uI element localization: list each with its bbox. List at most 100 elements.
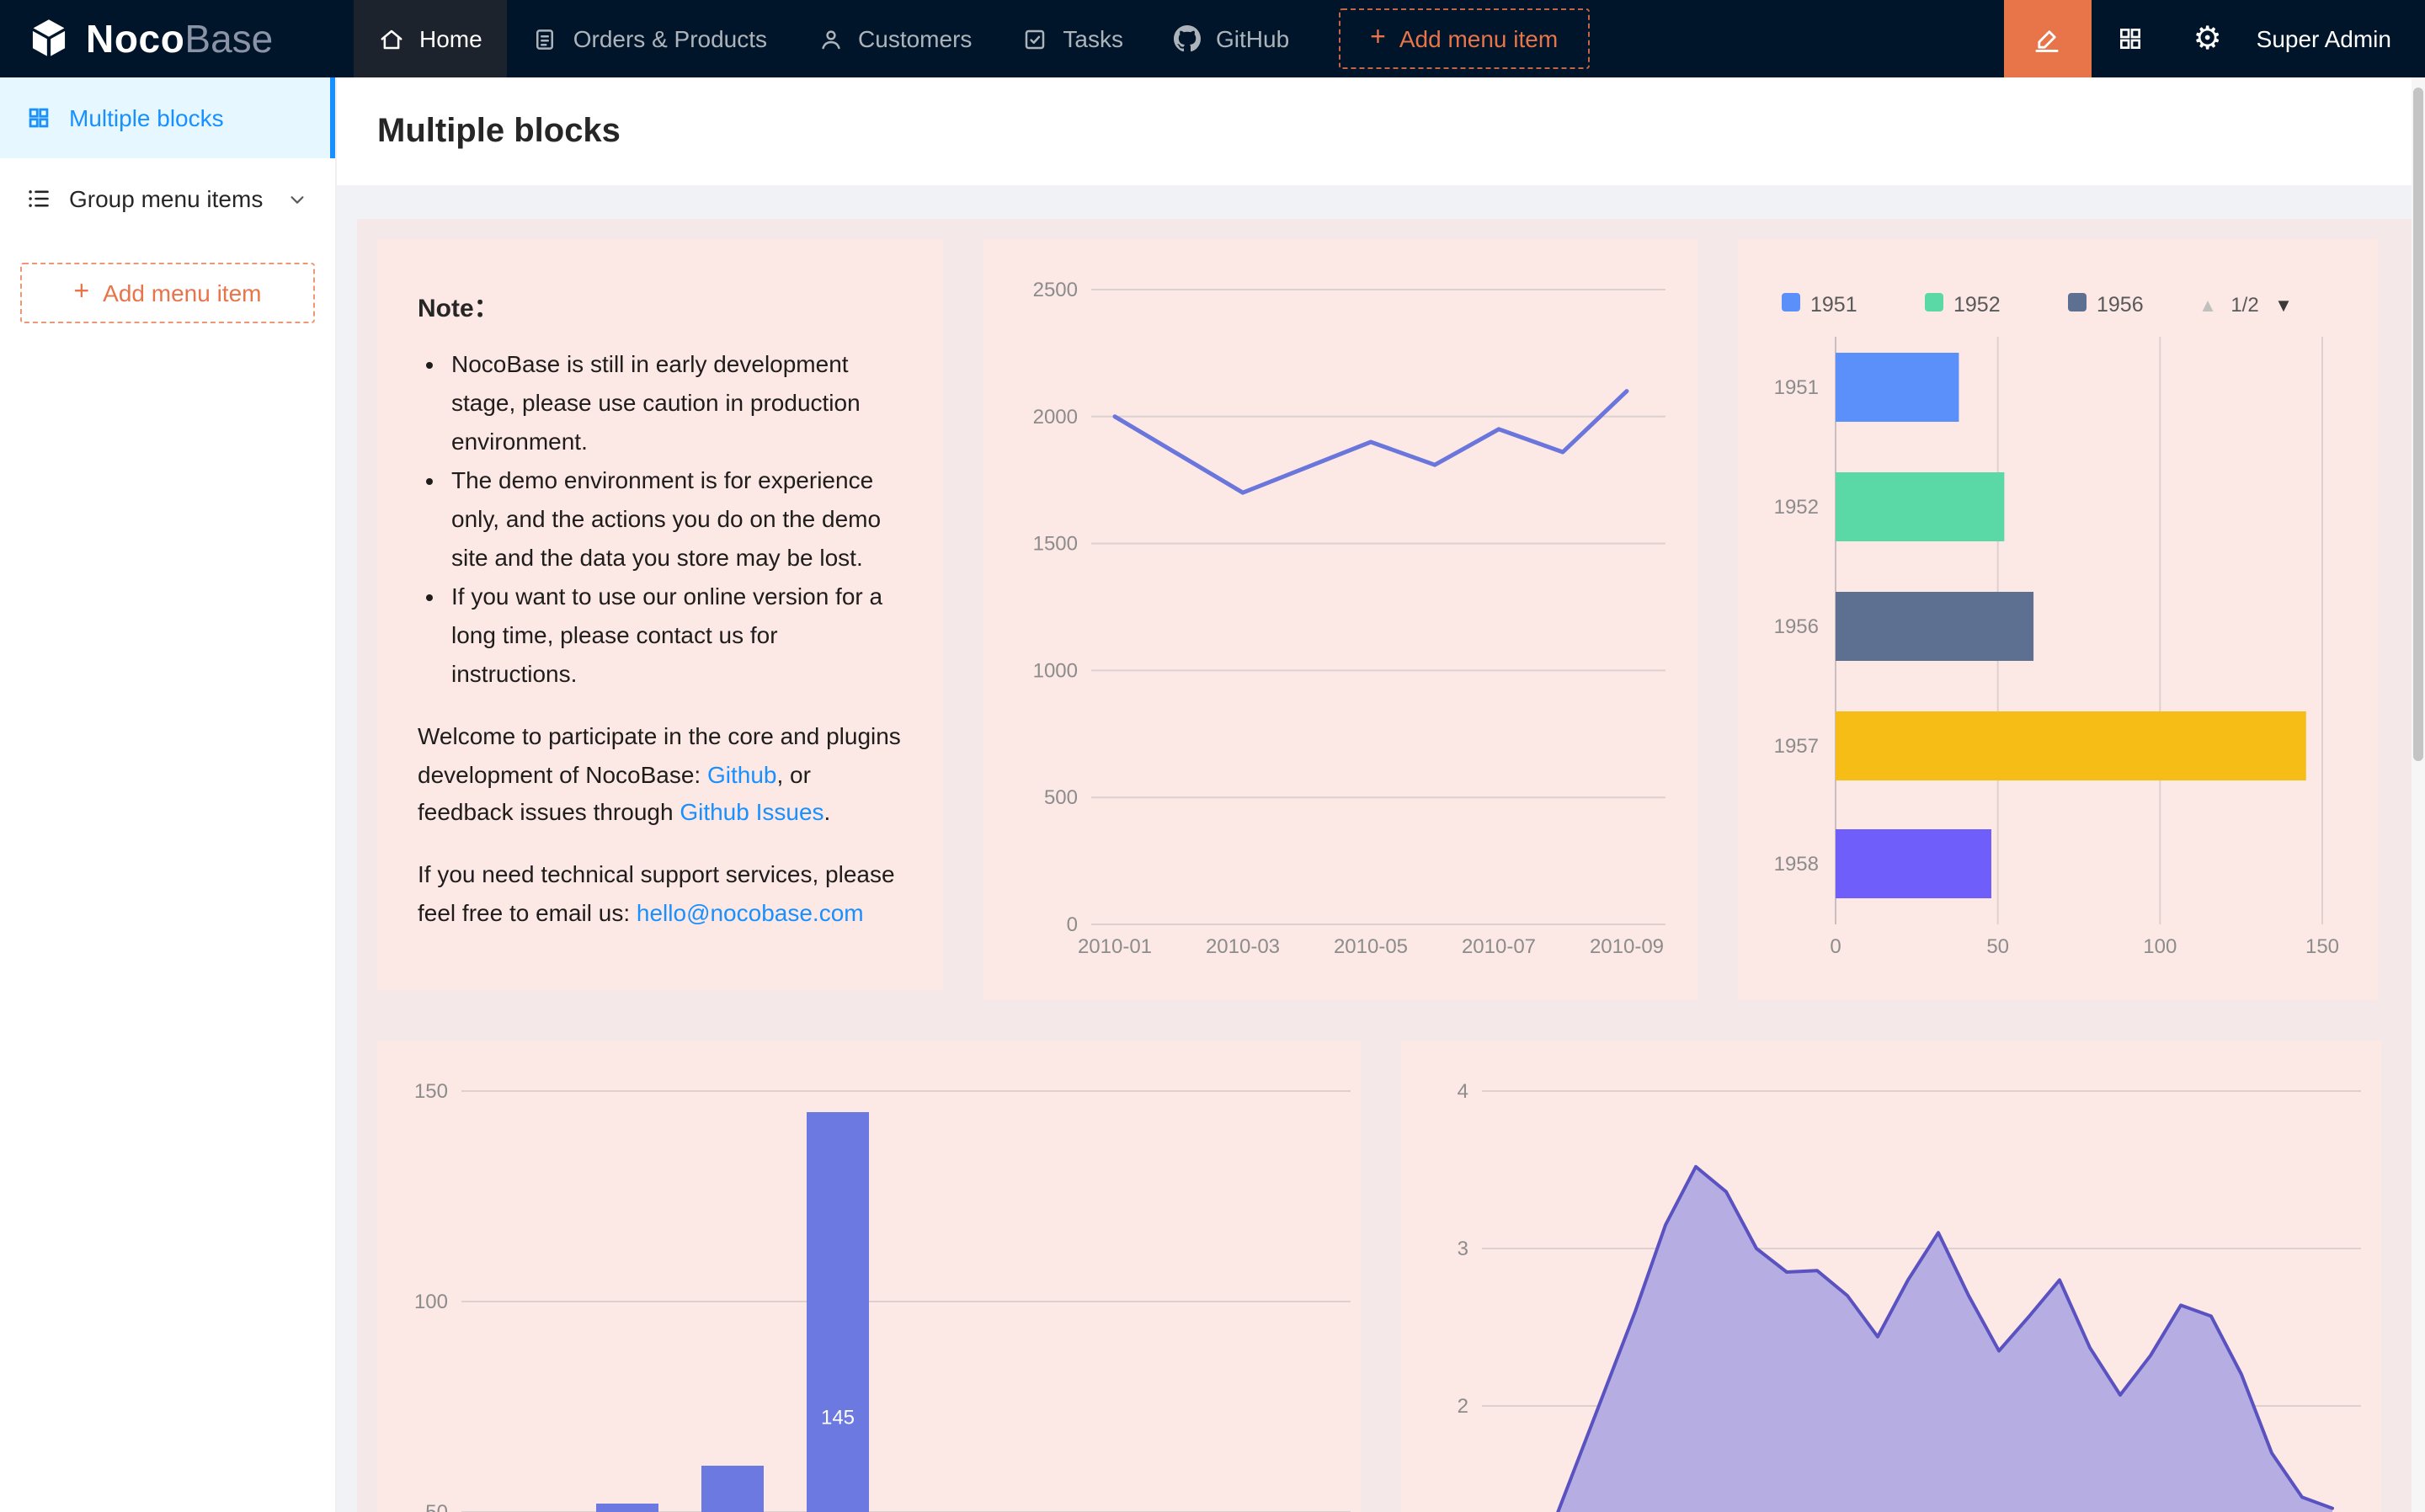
sidebar-item-multiple-blocks[interactable]: Multiple blocks	[0, 77, 335, 158]
page-content: Note： NocoBase is still in early develop…	[337, 185, 2425, 1512]
nav-item-customers[interactable]: Customers	[792, 0, 997, 77]
nav-item-label: Tasks	[1063, 25, 1123, 52]
plugin-manager-button[interactable]	[2092, 0, 2169, 77]
svg-text:150: 150	[2305, 935, 2339, 958]
nav-item-label: Orders & Products	[573, 25, 767, 52]
add-menu-item-label: Add menu item	[1399, 25, 1558, 52]
note-bullet: If you want to use our online version fo…	[451, 577, 903, 693]
nav-item-tasks[interactable]: Tasks	[997, 0, 1149, 77]
note-paragraph: If you need technical support services, …	[418, 856, 903, 934]
home-icon	[379, 26, 404, 51]
svg-text:1952: 1952	[1953, 293, 2001, 317]
svg-text:1952: 1952	[1774, 496, 1819, 519]
svg-text:2010-03: 2010-03	[1206, 935, 1280, 958]
blocks-grid-icon	[27, 106, 51, 130]
highlighter-icon	[2033, 24, 2062, 53]
settings-button[interactable]: ⚙	[2169, 0, 2246, 77]
note-text: Welcome to participate in the core and p…	[418, 721, 901, 787]
orders-icon	[533, 26, 558, 51]
svg-text:0: 0	[1830, 935, 1841, 958]
email-link[interactable]: hello@nocobase.com	[637, 900, 864, 927]
nocobase-logo-icon	[27, 17, 71, 61]
svg-text:1956: 1956	[1774, 615, 1819, 638]
page-title: Multiple blocks	[377, 112, 621, 151]
topbar-right-actions: ⚙ Super Admin	[2004, 0, 2425, 77]
nav-item-github[interactable]: GitHub	[1149, 0, 1314, 77]
svg-text:0: 0	[1067, 913, 1078, 936]
svg-text:▲: ▲	[2198, 295, 2217, 316]
plus-icon: +	[73, 280, 89, 306]
svg-text:100: 100	[2143, 935, 2177, 958]
blocks-canvas: Note： NocoBase is still in early develop…	[357, 219, 2412, 1512]
svg-text:100: 100	[414, 1291, 448, 1313]
svg-text:2010-09: 2010-09	[1590, 935, 1664, 958]
brand[interactable]: NocoBase	[0, 16, 354, 61]
nocobase-app: NocoBase Home Orders & Products Cust	[0, 0, 2425, 1512]
svg-text:1956: 1956	[2097, 293, 2144, 317]
svg-text:3: 3	[1458, 1238, 1468, 1260]
ui-editor-toggle-button[interactable]	[2004, 0, 2092, 77]
area-chart: 2 3 4	[1401, 1041, 2381, 1512]
svg-text:▼: ▼	[2274, 295, 2293, 316]
svg-text:1000: 1000	[1033, 659, 1078, 682]
user-menu[interactable]: Super Admin	[2246, 25, 2425, 52]
brand-name-bold: Noco	[86, 16, 184, 60]
svg-text:1957: 1957	[1774, 735, 1819, 758]
sidebar-item-label: Multiple blocks	[69, 104, 224, 131]
customers-icon	[818, 26, 843, 51]
nav-item-home[interactable]: Home	[354, 0, 508, 77]
nav-item-orders-products[interactable]: Orders & Products	[508, 0, 792, 77]
chevron-down-icon	[288, 189, 306, 208]
svg-text:50: 50	[425, 1501, 448, 1512]
svg-text:1500: 1500	[1033, 533, 1078, 556]
github-icon	[1174, 25, 1201, 52]
svg-text:50: 50	[1986, 935, 2009, 958]
note-bullet: NocoBase is still in early development s…	[451, 345, 903, 461]
horizontal-bar-chart: 1951 1952 1956 ▲ 1/2 ▼ 0 50 100 150 1951 1952 1956 19…	[1738, 239, 2378, 1000]
grid-apps-icon	[2117, 25, 2144, 52]
list-icon	[27, 187, 51, 210]
nav-item-label: Home	[419, 25, 482, 52]
svg-text:150: 150	[414, 1080, 448, 1103]
note-block: Note： NocoBase is still in early develop…	[377, 239, 943, 990]
vertical-scrollbar	[2412, 77, 2425, 1512]
line-chart: 050010001500200025002010-012010-032010-0…	[983, 239, 1698, 1000]
plus-icon: +	[1370, 25, 1386, 52]
note-heading: Note：	[418, 290, 903, 325]
svg-text:1951: 1951	[1774, 376, 1819, 399]
svg-text:1958: 1958	[1774, 853, 1819, 876]
svg-text:2010-07: 2010-07	[1462, 935, 1536, 958]
note-bullet-list: NocoBase is still in early development s…	[418, 345, 903, 693]
page-header: Multiple blocks	[337, 77, 2425, 185]
svg-text:145: 145	[821, 1407, 855, 1429]
gear-icon: ⚙	[2193, 23, 2222, 55]
svg-text:2010-01: 2010-01	[1078, 935, 1152, 958]
svg-text:1/2: 1/2	[2230, 294, 2258, 317]
tasks-icon	[1022, 26, 1047, 51]
note-paragraph: Welcome to participate in the core and p…	[418, 716, 903, 833]
column-chart-block: 5010015038526114548	[377, 1041, 1361, 1512]
top-navigation-bar: NocoBase Home Orders & Products Cust	[0, 0, 2425, 77]
note-text: .	[824, 799, 831, 826]
svg-text:4: 4	[1458, 1080, 1468, 1103]
svg-text:2: 2	[1458, 1395, 1468, 1418]
svg-text:2500: 2500	[1033, 279, 1078, 301]
svg-text:2000: 2000	[1033, 406, 1078, 429]
scrollbar-thumb[interactable]	[2413, 88, 2423, 761]
blocks-row-2: 5010015038526114548 234	[377, 1041, 2391, 1512]
main-content: Multiple blocks Note： NocoBase is still …	[337, 77, 2425, 1512]
sidebar-item-group-menu-items[interactable]: Group menu items	[0, 158, 335, 239]
brand-name-light: Base	[184, 16, 273, 60]
topbar-add-menu-item-button[interactable]: + Add menu item	[1338, 8, 1590, 69]
column-chart: 5010015038526114548	[377, 1041, 1361, 1512]
svg-text:1951: 1951	[1810, 293, 1857, 317]
note-bullet: The demo environment is for experience o…	[451, 461, 903, 578]
line-chart-block: 050010001500200025002010-012010-032010-0…	[983, 239, 1698, 1000]
github-issues-link[interactable]: Github Issues	[680, 799, 823, 826]
sidebar-add-menu-item-button[interactable]: + Add menu item	[20, 263, 315, 323]
github-link[interactable]: Github	[707, 760, 777, 787]
nav-item-label: GitHub	[1216, 25, 1289, 52]
sidebar: Multiple blocks Group menu items + Add m…	[0, 77, 337, 1512]
sidebar-item-label: Group menu items	[69, 185, 263, 212]
blocks-row-1: Note： NocoBase is still in early develop…	[377, 239, 2391, 1000]
